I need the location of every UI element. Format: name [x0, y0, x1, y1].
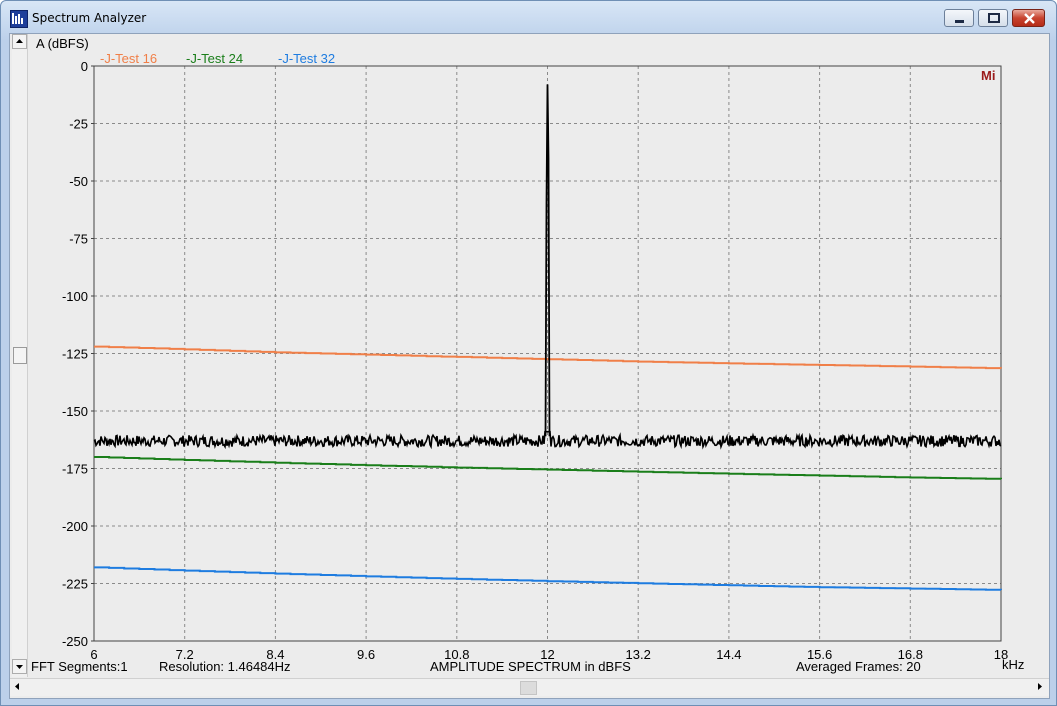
y-tick-label: -150 — [62, 404, 88, 419]
legend-entry: -J-Test 32 — [278, 51, 335, 66]
averaged-frames-label: Averaged Frames: 20 — [796, 659, 921, 674]
vertical-scroll-thumb[interactable] — [13, 347, 27, 364]
y-tick-label: 0 — [81, 59, 88, 74]
spectrum-plot: A (dBFS) -J-Test 16 -J-Test 24 -J-Test 32 … — [31, 36, 1024, 674]
spectrum-title: AMPLITUDE SPECTRUM in dBFS — [430, 659, 631, 674]
scroll-right-button[interactable] — [1032, 680, 1047, 695]
arrow-down-icon — [16, 665, 23, 669]
spectrum-icon — [10, 10, 28, 28]
maximize-button[interactable] — [978, 9, 1008, 27]
title-bar[interactable]: Spectrum Analyzer — [1, 1, 1056, 33]
minimize-button[interactable] — [944, 9, 974, 27]
x-unit-label: kHz — [1002, 657, 1024, 672]
arrow-right-icon — [1038, 683, 1042, 690]
y-tick-labels: 0 -25 -50 -75 -100 -125 -150 -175 -200 -225 -250 — [62, 59, 94, 649]
arrow-up-icon — [16, 39, 23, 43]
resolution-label: Resolution: 1.46484Hz — [159, 659, 291, 674]
y-tick-label: -225 — [62, 577, 88, 592]
y-tick-label: -125 — [62, 347, 88, 362]
fft-segments-label: FFT Segments:1 — [31, 659, 128, 674]
legend-entry: -J-Test 16 — [100, 51, 157, 66]
maximize-icon — [988, 13, 1000, 23]
y-axis-label: A (dBFS) — [36, 36, 89, 51]
y-tick-label: -50 — [69, 174, 88, 189]
minimize-icon — [955, 20, 964, 23]
arrow-left-icon — [15, 683, 19, 690]
close-icon — [1024, 13, 1035, 24]
window-title: Spectrum Analyzer — [32, 11, 147, 25]
y-tick-label: -75 — [69, 232, 88, 247]
y-tick-label: -100 — [62, 289, 88, 304]
horizontal-scroll-thumb[interactable] — [520, 681, 537, 695]
legend: -J-Test 16 -J-Test 24 -J-Test 32 — [100, 51, 335, 66]
x-tick-label: 9.6 — [357, 647, 375, 662]
y-tick-label: -200 — [62, 519, 88, 534]
y-tick-label: -175 — [62, 462, 88, 477]
close-button[interactable] — [1012, 9, 1045, 27]
x-tick-label: 14.4 — [716, 647, 741, 662]
scroll-up-button[interactable] — [12, 34, 27, 49]
scroll-left-button[interactable] — [10, 680, 25, 695]
scroll-down-button[interactable] — [12, 659, 27, 674]
spectrum-analyzer-window: Spectrum Analyzer A (dBFS) -J-Test 16 -J-… — [0, 0, 1057, 706]
y-tick-label: -250 — [62, 634, 88, 649]
y-tick-label: -25 — [69, 117, 88, 132]
mi-logo: Mi — [981, 68, 995, 83]
vertical-scrollbar[interactable] — [12, 34, 28, 677]
legend-entry: -J-Test 24 — [186, 51, 243, 66]
horizontal-scrollbar[interactable] — [10, 678, 1049, 696]
client-area: A (dBFS) -J-Test 16 -J-Test 24 -J-Test 32 … — [9, 33, 1050, 699]
